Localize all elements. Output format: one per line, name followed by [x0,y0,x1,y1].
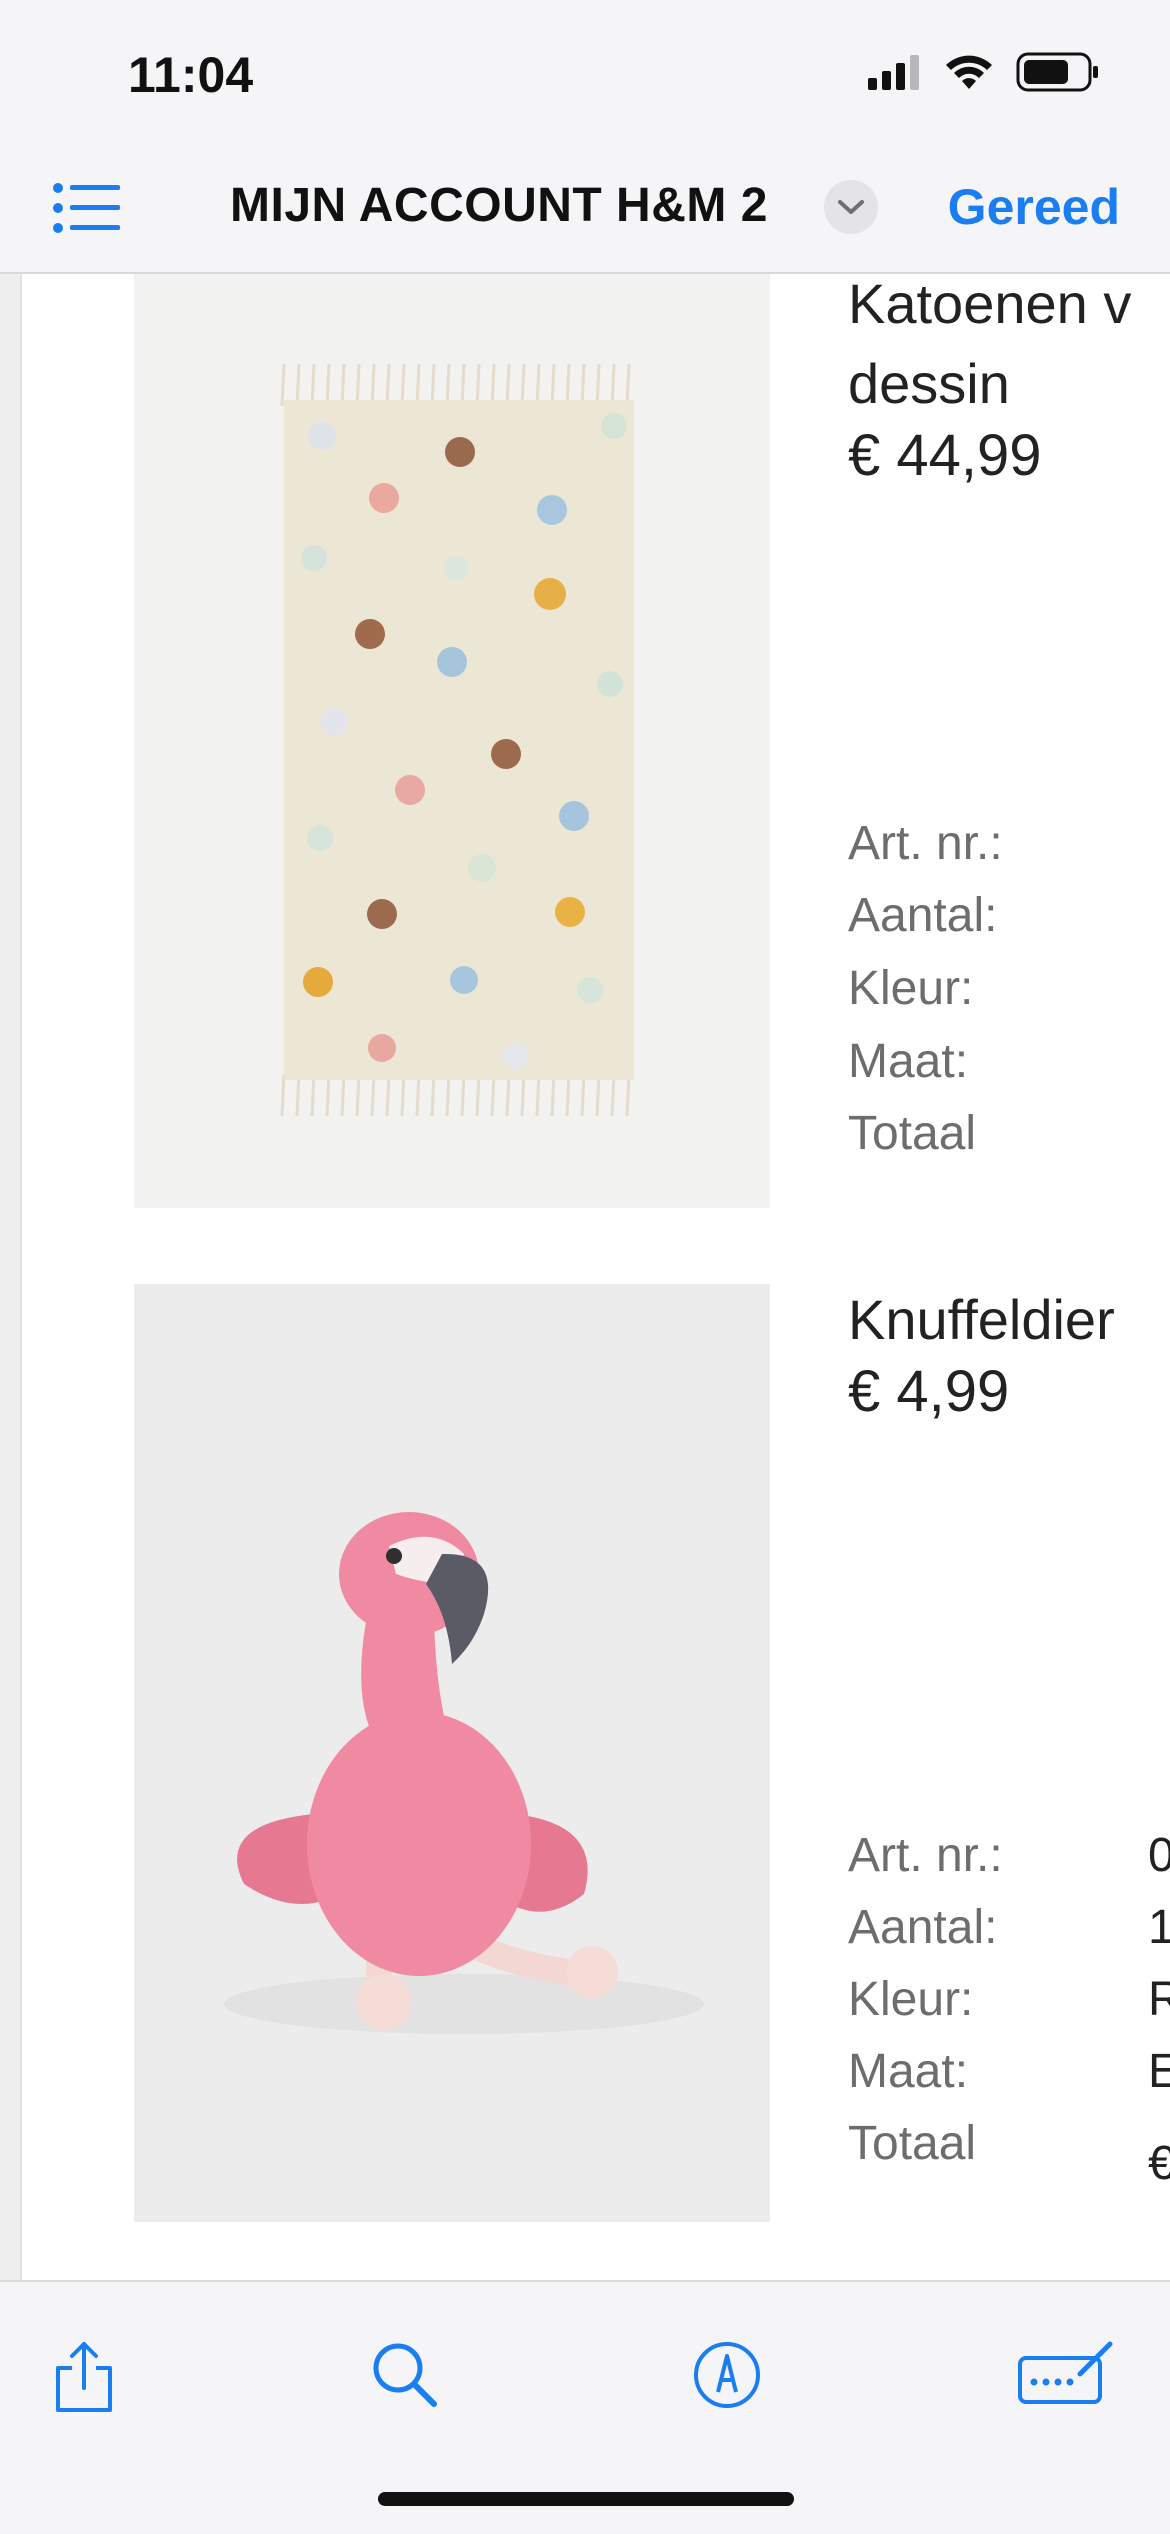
detail-label-maat: Maat: [848,2045,969,2098]
detail-label-kleur: Kleur: [848,962,974,1015]
product-price: € 44,99 [848,423,1042,488]
detail-value-maat: E [1148,2045,1170,2098]
share-icon[interactable] [52,2340,116,2414]
cellular-signal-icon [868,55,919,90]
document-content[interactable]: Katoenen v dessin € 44,99 Art. nr.: Aant… [0,274,1170,2280]
rug-illustration [134,274,770,1208]
detail-value-totaal: € [1148,2137,1170,2190]
product-image-flamingo[interactable] [134,1284,770,2222]
chevron-down-icon [838,200,864,214]
product-price: € 4,99 [848,1359,1010,1424]
keyboard-edit-icon[interactable] [1016,2340,1116,2406]
detail-label-maat: Maat: [848,1035,969,1088]
detail-label-kleur: Kleur: [848,1973,974,2026]
detail-value-art-nr: 0 [1148,1829,1170,1882]
product-image-rug[interactable] [134,274,770,1208]
detail-value-kleur: R [1148,1973,1170,2026]
flamingo-plush-illustration [134,1284,770,2222]
left-edge-rail [0,274,22,2280]
list-icon[interactable] [52,180,122,236]
search-icon[interactable] [370,2340,440,2410]
product-name-line: Katoenen v [848,274,1132,335]
markup-icon[interactable] [692,2340,762,2410]
detail-label-totaal: Totaal [848,2117,977,2170]
status-bar: 11:04 [0,0,1170,150]
detail-label-totaal: Totaal [848,1107,977,1160]
battery-icon [1016,52,1098,92]
wifi-icon [946,55,992,89]
title-menu-button[interactable] [824,180,878,234]
home-indicator[interactable] [378,2492,794,2506]
detail-label-aantal: Aantal: [848,889,998,942]
detail-label-art-nr: Art. nr.: [848,1829,1003,1882]
page-title: MIJN ACCOUNT H&M 2 [230,179,768,232]
bottom-toolbar [0,2280,1170,2534]
detail-value-aantal: 1 [1148,1901,1170,1954]
done-button[interactable]: Gereed [948,178,1120,236]
product-name-line: Knuffeldier [848,1288,1115,1351]
product-name-line: dessin [848,352,1010,415]
detail-label-aantal: Aantal: [848,1901,998,1954]
navigation-bar: MIJN ACCOUNT H&M 2 Gereed [0,150,1170,274]
status-time: 11:04 [128,47,254,103]
status-icons [866,52,1100,92]
detail-label-art-nr: Art. nr.: [848,817,1003,870]
